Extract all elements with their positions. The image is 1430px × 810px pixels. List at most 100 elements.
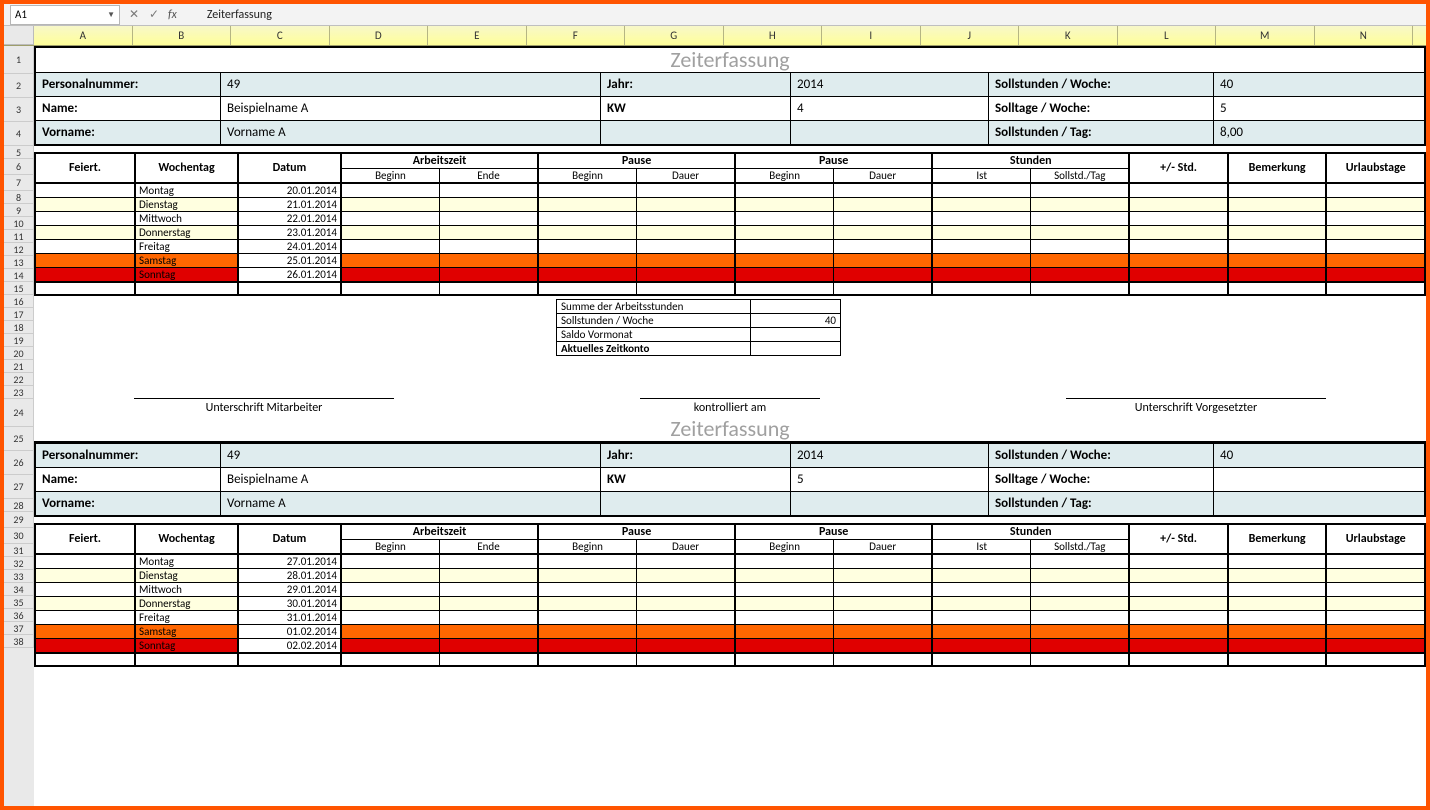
sheet-title: Zeiterfassung (34, 417, 1426, 441)
chevron-down-icon[interactable]: ▼ (107, 10, 115, 20)
table-row[interactable]: Dienstag28.01.2014 (35, 569, 1425, 583)
col-header[interactable]: D (330, 26, 429, 45)
name-box[interactable]: A1 ▼ (10, 5, 120, 25)
row-header[interactable]: 3 (4, 98, 34, 122)
row-header[interactable]: 29 (4, 512, 34, 528)
table-row[interactable]: Freitag31.01.2014 (35, 611, 1425, 625)
row-header[interactable]: 32 (4, 557, 34, 570)
row-header[interactable]: 9 (4, 204, 34, 217)
select-all-corner[interactable] (4, 26, 34, 45)
spreadsheet-grid[interactable]: Zeiterfassung Personalnummer: 49 Jahr: 2… (34, 46, 1426, 806)
table-row[interactable]: Samstag01.02.2014 (35, 625, 1425, 639)
label-solltage: Solltage / Woche: (989, 97, 1214, 120)
row-header[interactable]: 22 (4, 373, 34, 386)
fx-icon[interactable]: fx (168, 8, 177, 22)
row-header[interactable]: 16 (4, 295, 34, 308)
row-header[interactable]: 6 (4, 159, 34, 175)
row-header[interactable]: 12 (4, 243, 34, 256)
row-header[interactable]: 2 (4, 74, 34, 98)
row-header[interactable]: 25 (4, 427, 34, 451)
value-solltag[interactable]: 8,00 (1214, 121, 1424, 144)
row-header[interactable]: 13 (4, 256, 34, 269)
row-header[interactable]: 30 (4, 528, 34, 544)
col-header[interactable]: F (527, 26, 626, 45)
row-header[interactable]: 5 (4, 146, 34, 159)
value-vorname[interactable]: Vorname A (221, 121, 601, 144)
value-sollwoche[interactable]: 40 (1214, 73, 1424, 96)
row-header[interactable]: 11 (4, 230, 34, 243)
table-row[interactable]: Samstag25.01.2014 (35, 254, 1425, 268)
table-row[interactable]: Donnerstag23.01.2014 (35, 226, 1425, 240)
row-header[interactable]: 35 (4, 596, 34, 609)
value-jahr[interactable]: 2014 (791, 73, 989, 96)
col-header[interactable]: H (724, 26, 823, 45)
label-personalnr: Personalnummer: (36, 73, 221, 96)
row-header[interactable]: 24 (4, 399, 34, 427)
row-header[interactable]: 33 (4, 570, 34, 583)
formula-bar: A1 ▼ ✕ ✓ fx Zeiterfassung (4, 4, 1426, 26)
col-header[interactable]: C (231, 26, 330, 45)
row-header[interactable]: 31 (4, 544, 34, 557)
row-header[interactable]: 37 (4, 622, 34, 635)
table-row[interactable]: Montag20.01.2014 (35, 183, 1425, 198)
table-row[interactable]: Freitag24.01.2014 (35, 240, 1425, 254)
row-header[interactable]: 4 (4, 122, 34, 146)
table-row[interactable]: Mittwoch22.01.2014 (35, 212, 1425, 226)
info-row: Name: Beispielname A KW 4 Solltage / Woc… (36, 96, 1424, 120)
row-header[interactable]: 18 (4, 321, 34, 334)
row-header[interactable]: 19 (4, 334, 34, 347)
row-header[interactable]: 7 (4, 175, 34, 191)
table-row[interactable]: Sonntag02.02.2014 (35, 639, 1425, 654)
value-solltage[interactable]: 5 (1214, 97, 1424, 120)
col-header[interactable]: K (1019, 26, 1118, 45)
row-header[interactable]: 36 (4, 609, 34, 622)
col-header[interactable]: I (822, 26, 921, 45)
row-header[interactable]: 20 (4, 347, 34, 360)
value-name[interactable]: Beispielname A (221, 97, 601, 120)
time-table-1[interactable]: Feiert.WochentagDatumArbeitszeitPausePau… (34, 152, 1426, 296)
row-header[interactable]: 27 (4, 475, 34, 499)
col-header[interactable]: L (1118, 26, 1217, 45)
table-row[interactable]: Mittwoch29.01.2014 (35, 583, 1425, 597)
summary-soll-val[interactable]: 40 (751, 314, 841, 328)
row-header[interactable]: 15 (4, 282, 34, 295)
table-row[interactable]: Dienstag21.01.2014 (35, 198, 1425, 212)
row-header[interactable]: 26 (4, 451, 34, 475)
row-header[interactable]: 23 (4, 386, 34, 399)
timesheet-block-1: Zeiterfassung Personalnummer: 49 Jahr: 2… (34, 46, 1426, 146)
col-header[interactable]: G (625, 26, 724, 45)
table-row[interactable]: Donnerstag30.01.2014 (35, 597, 1425, 611)
row-header[interactable]: 1 (4, 46, 34, 74)
row-header[interactable]: 28 (4, 499, 34, 512)
row-header[interactable]: 21 (4, 360, 34, 373)
table-row[interactable]: Sonntag26.01.2014 (35, 268, 1425, 283)
info-row: Personalnummer: 49 Jahr: 2014 Sollstunde… (36, 72, 1424, 96)
accept-icon[interactable]: ✓ (146, 7, 162, 22)
row-header[interactable]: 17 (4, 308, 34, 321)
row-header[interactable]: 14 (4, 269, 34, 282)
col-header[interactable]: A (34, 26, 133, 45)
col-header[interactable]: B (133, 26, 232, 45)
label-solltag: Sollstunden / Tag: (989, 121, 1214, 144)
table-row[interactable]: Montag27.01.2014 (35, 554, 1425, 569)
label-kw: KW (601, 97, 791, 120)
formula-input[interactable]: Zeiterfassung (207, 8, 272, 22)
label-vorname: Vorname: (36, 121, 221, 144)
label-jahr: Jahr: (601, 73, 791, 96)
row-header[interactable]: 10 (4, 217, 34, 230)
row-header[interactable]: 8 (4, 191, 34, 204)
row-header[interactable]: 38 (4, 635, 34, 648)
value-kw[interactable]: 4 (791, 97, 989, 120)
col-header[interactable]: E (428, 26, 527, 45)
value-personalnr[interactable]: 49 (221, 73, 601, 96)
cancel-icon[interactable]: ✕ (126, 7, 142, 22)
info-row: Name: Beispielname A KW 5 Solltage / Woc… (36, 467, 1424, 491)
info-row: Vorname: Vorname A Sollstunden / Tag: 8,… (36, 120, 1424, 144)
row-header[interactable]: 34 (4, 583, 34, 596)
col-header[interactable]: M (1216, 26, 1315, 45)
excel-window: A1 ▼ ✕ ✓ fx Zeiterfassung A B C D E F G … (4, 4, 1426, 806)
col-header[interactable]: J (921, 26, 1020, 45)
col-header[interactable]: N (1315, 26, 1414, 45)
sig-vorgesetzter: Unterschrift Vorgesetzter (1066, 398, 1326, 415)
time-table-2[interactable]: Feiert.WochentagDatumArbeitszeitPausePau… (34, 523, 1426, 667)
